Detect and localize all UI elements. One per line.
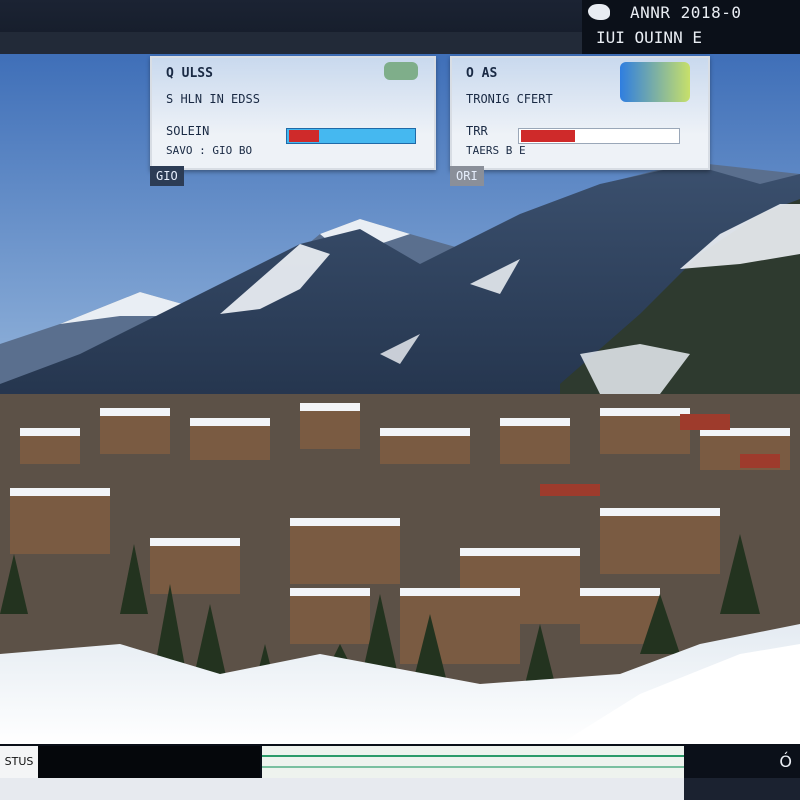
progress-line: [262, 755, 684, 757]
bottom-o-icon[interactable]: Ó: [684, 746, 800, 778]
panel-footer: SAVO : GIO BO: [166, 144, 253, 157]
bottom-strip: [0, 778, 800, 800]
panel-accent-icon: [620, 62, 690, 102]
panel-text: S HLN IN EDSS: [166, 92, 260, 106]
progress-line: [262, 766, 684, 768]
panel-accent-icon: [384, 62, 418, 80]
panel-tag-right[interactable]: ORI: [450, 166, 484, 186]
panel-text: TRONIG CFERT: [466, 92, 553, 106]
bottom-dark-segment: [38, 746, 260, 778]
bottom-status-label[interactable]: STUS: [0, 746, 38, 778]
status-logo-icon: [588, 4, 610, 20]
bottom-progress-track[interactable]: [262, 746, 684, 778]
top-bar: ANNR 2018-0 IUI OUINN E: [0, 0, 800, 54]
info-panel-left[interactable]: Q ULSS S HLN IN EDSS SOLEIN SAVO : GIO B…: [150, 56, 436, 170]
panel-progress-bar[interactable]: [286, 128, 416, 144]
panel-tag-left[interactable]: GIO: [150, 166, 184, 186]
panel-label: SOLEIN: [166, 124, 210, 138]
info-panel-right[interactable]: O AS TRONIG CFERT TRR TAERS B E: [450, 56, 710, 170]
status-line-1: ANNR 2018-0: [630, 3, 742, 22]
status-line-2: IUI OUINN E: [596, 28, 702, 47]
panel-label: TRR: [466, 124, 488, 138]
panel-title: O AS: [466, 66, 498, 81]
panel-progress-marker: [521, 130, 575, 142]
bottom-bar: STUS Ó: [0, 744, 800, 800]
panel-progress-marker: [289, 130, 319, 142]
panel-title: Q ULSS: [166, 66, 213, 81]
panel-footer: TAERS B E: [466, 144, 526, 157]
top-bar-strip: [0, 32, 640, 54]
panel-progress-bar[interactable]: [518, 128, 680, 144]
status-area: ANNR 2018-0 IUI OUINN E: [582, 0, 800, 54]
bottom-strip-dark: [684, 778, 800, 800]
